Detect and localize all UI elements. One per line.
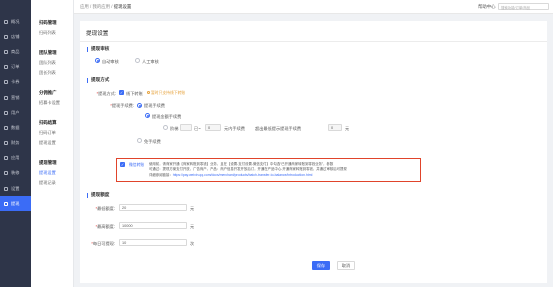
sidebar-item-marketing[interactable]: 营销 xyxy=(0,90,31,105)
daily-count-input[interactable]: 10 xyxy=(119,239,187,246)
subnav-link[interactable]: 提现设置 xyxy=(39,140,73,146)
radio-fee-range[interactable] xyxy=(163,125,168,130)
fee-min-input[interactable]: 0 xyxy=(328,124,342,131)
radio-label: 提现手续费 xyxy=(144,103,165,108)
subnav-link[interactable]: 扫码订单 xyxy=(39,130,73,136)
main-sidebar: 概况 店铺 商品 订单 卡券 营销 用户 数据 财务 应用 装修 设置 提现 xyxy=(0,0,31,287)
sidebar-item-overview[interactable]: 概况 xyxy=(0,14,31,29)
subnav-group-title: 扫码管理 xyxy=(39,20,57,25)
fee-row-text: 超出最低提示提现手续费 xyxy=(255,125,302,131)
sidebar-item-decorate[interactable]: 装修 xyxy=(0,166,31,181)
subnav-group-title: 提现管理 xyxy=(39,160,57,165)
daily-count-label: *每日可提现: xyxy=(91,240,115,246)
radio-fee[interactable] xyxy=(137,102,142,108)
radio-label: 阶梯 xyxy=(170,125,179,131)
subnav-link[interactable]: 扫码列表 xyxy=(39,30,73,36)
save-button[interactable]: 保存 xyxy=(312,261,330,270)
method-hint: 暂时只支持线下转账 xyxy=(147,90,185,96)
min-amount-label: *最低额度: xyxy=(95,205,115,211)
sidebar-item-apps[interactable]: 应用 xyxy=(0,151,31,166)
subnav-group-title: 分佣推广 xyxy=(39,90,57,95)
main-content: 提现设置 提现审核 自动审核 人工审核 提现方式 *提现方式: ✓ 线下转账 暂… xyxy=(80,21,547,283)
coupon-icon xyxy=(4,80,8,85)
checkbox-offline-transfer[interactable]: ✓ xyxy=(119,90,124,95)
min-amount-input[interactable]: 20 xyxy=(119,204,187,211)
breadcrumb-current: 提现设置 xyxy=(113,4,132,9)
top-header: 应用 / 我的应用 / 提现设置 帮助中心 搜索功能/订单/商品 xyxy=(74,0,553,14)
radio-label: 人工审核 xyxy=(142,58,159,64)
secondary-nav: 扫码管理 扫码列表 团队管理 团队列表 团长列表 分佣推广 招募卡设置 扫码结算… xyxy=(31,0,74,287)
method-label: *提现方式: xyxy=(96,90,116,96)
subnav-group-title: 团队管理 xyxy=(39,50,57,55)
section-title-amount: 提现额度 xyxy=(87,192,109,198)
sidebar-item-orders[interactable]: 订单 xyxy=(0,60,31,75)
shop-icon xyxy=(4,34,8,39)
goods-icon xyxy=(4,49,8,54)
sidebar-item-withdraw[interactable]: 提现 xyxy=(0,196,31,212)
page-title: 提现设置 xyxy=(86,31,109,37)
fee-label: *提现手续费: xyxy=(110,103,134,108)
divider xyxy=(80,41,547,42)
checkbox-label: 线下转账 xyxy=(126,90,143,96)
fee-row-text: 已~ xyxy=(194,125,201,131)
subnav-link[interactable]: 招募卡设置 xyxy=(39,100,73,106)
sidebar-item-goods[interactable]: 商品 xyxy=(0,44,31,59)
radio-label: 自动审核 xyxy=(102,58,119,64)
sidebar-item-shop[interactable]: 店铺 xyxy=(0,29,31,44)
sidebar-item-users[interactable]: 用户 xyxy=(0,105,31,120)
radio-label: 免手续费 xyxy=(144,138,161,144)
fee-row-text: 元 xyxy=(345,125,350,131)
breadcrumb-item[interactable]: 我的应用 xyxy=(92,4,110,9)
subnav-group-title: 扫码结算 xyxy=(39,120,57,125)
subnav-link-active[interactable]: 提现设置 xyxy=(39,170,73,176)
notice-text: 使用前，请商家开通【商家转账到零钱】业务，且在【设置-支付设置-微信支付】中勾选… xyxy=(149,162,347,177)
cancel-button[interactable]: 取消 xyxy=(337,261,355,270)
home-icon xyxy=(4,19,8,24)
unit-label: 元 xyxy=(190,223,195,229)
unit-label: 元 xyxy=(190,205,195,211)
finance-icon xyxy=(4,141,8,146)
wallet-icon xyxy=(4,201,8,206)
unit-label: 次 xyxy=(190,240,195,246)
fee-row-text: 元内手续费 xyxy=(224,125,245,131)
docs-link[interactable]: https://pay.weixin.qq.com/docs/merchant/… xyxy=(173,173,313,177)
help-center-link[interactable]: 帮助中心 xyxy=(478,4,496,10)
search-input[interactable]: 搜索功能/订单/商品 xyxy=(498,3,549,10)
chart-icon xyxy=(4,125,8,130)
fee-amount-input[interactable]: 0 xyxy=(205,124,221,131)
subnav-link[interactable]: 团长列表 xyxy=(39,70,73,76)
user-icon xyxy=(4,110,8,115)
subnav-link[interactable]: 团队列表 xyxy=(39,60,73,66)
info-icon xyxy=(147,90,150,94)
order-icon xyxy=(4,65,8,70)
brush-icon xyxy=(4,171,8,176)
radio-label: 提现金额手续费 xyxy=(152,113,182,119)
checkbox-label: 微信转账 xyxy=(129,163,145,167)
radio-fee-amount[interactable] xyxy=(145,113,150,118)
max-amount-label: *最高额度: xyxy=(95,223,115,229)
checkbox-wechat-transfer[interactable]: ✓ xyxy=(120,162,125,167)
wechat-transfer-notice: ✓ 微信转账 使用前，请商家开通【商家转账到零钱】业务，且在【设置-支付设置-微… xyxy=(116,158,421,182)
logo xyxy=(0,0,31,14)
breadcrumb-item[interactable]: 应用 xyxy=(80,4,89,9)
sidebar-item-coupons[interactable]: 卡券 xyxy=(0,75,31,90)
subnav-link[interactable]: 提现记录 xyxy=(39,180,73,186)
section-title-audit: 提现审核 xyxy=(87,46,109,52)
marketing-icon xyxy=(4,95,8,100)
radio-no-fee[interactable] xyxy=(137,138,142,143)
gear-icon xyxy=(4,186,8,191)
fee-range-input[interactable] xyxy=(180,124,192,131)
breadcrumb: 应用 / 我的应用 / 提现设置 xyxy=(80,4,132,9)
sidebar-item-settings[interactable]: 设置 xyxy=(0,181,31,196)
sidebar-item-finance[interactable]: 财务 xyxy=(0,136,31,151)
sidebar-item-data[interactable]: 数据 xyxy=(0,120,31,135)
app-icon xyxy=(4,156,8,161)
section-title-method: 提现方式 xyxy=(87,77,109,83)
radio-auto-audit[interactable] xyxy=(95,58,100,63)
radio-manual-audit[interactable] xyxy=(135,58,140,63)
max-amount-input[interactable]: 10000 xyxy=(119,222,187,229)
